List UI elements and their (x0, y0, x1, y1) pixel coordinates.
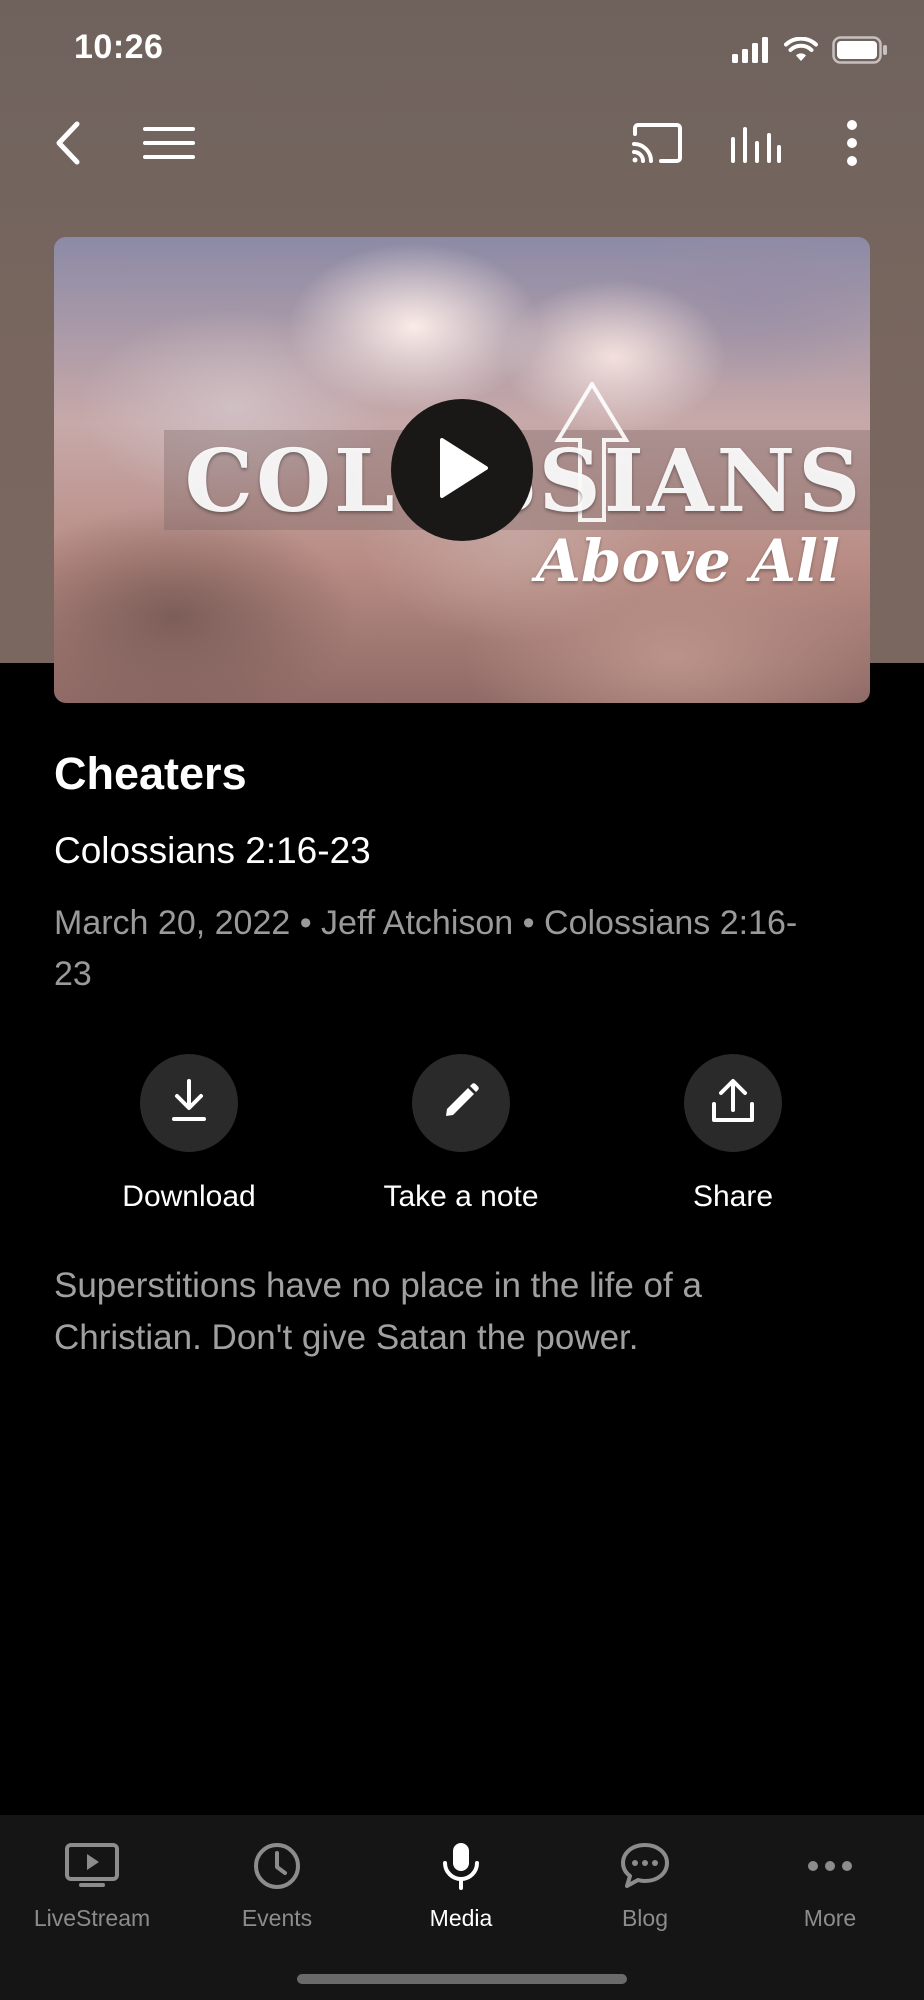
tab-bar: LiveStream Events Media Blog More (0, 1815, 924, 2000)
hamburger-menu-icon (143, 126, 195, 165)
share-button-circle[interactable] (684, 1054, 782, 1152)
tab-events[interactable]: Events (197, 1835, 357, 1932)
more-options-button[interactable] (822, 110, 882, 180)
equalizer-icon (729, 123, 781, 168)
tab-media[interactable]: Media (381, 1835, 541, 1932)
home-indicator (297, 1974, 627, 1984)
download-button-circle[interactable] (140, 1054, 238, 1152)
battery-icon (832, 36, 888, 69)
share-button[interactable]: Share (613, 1054, 853, 1214)
share-label: Share (692, 1180, 774, 1213)
pencil-icon (442, 1082, 480, 1125)
sermon-scripture: Colossians 2:16-23 (54, 830, 371, 871)
menu-button[interactable] (134, 110, 204, 180)
download-button[interactable]: Download (69, 1054, 309, 1214)
take-note-label: Take a note (383, 1180, 539, 1213)
download-icon (169, 1078, 209, 1128)
sermon-artwork: COLOSSIANS Above All (54, 237, 870, 703)
tab-livestream-label: LiveStream (33, 1905, 151, 1931)
status-time: 10:26 (74, 28, 164, 66)
chat-bubble-icon (565, 1835, 725, 1897)
artwork-series-subtitle: Above All (535, 527, 840, 595)
status-bar: 10:26 (0, 0, 924, 100)
chevron-left-icon (53, 120, 83, 171)
back-button[interactable] (40, 110, 96, 180)
action-buttons: Download Take a note Share (0, 1054, 924, 1224)
clock-icon (197, 1835, 357, 1897)
cellular-signal-icon (732, 37, 770, 68)
sermon-title: Cheaters (54, 748, 247, 799)
download-label: Download (122, 1180, 256, 1213)
tab-livestream[interactable]: LiveStream (12, 1835, 172, 1932)
sermon-meta: March 20, 2022 • Jeff Atchison • Colossi… (54, 904, 798, 993)
tab-more[interactable]: More (750, 1835, 910, 1932)
tab-media-label: Media (429, 1905, 493, 1931)
audio-levels-button[interactable] (722, 110, 788, 180)
tv-play-icon (12, 1835, 172, 1897)
cast-icon (631, 122, 683, 169)
ellipsis-icon (750, 1835, 910, 1897)
play-button[interactable] (391, 399, 533, 541)
cast-button[interactable] (624, 110, 690, 180)
sermon-description: Superstitions have no place in the life … (54, 1266, 702, 1357)
status-icons (732, 36, 888, 69)
tab-more-label: More (803, 1905, 857, 1931)
take-note-button-circle[interactable] (412, 1054, 510, 1152)
vertical-ellipsis-icon (846, 119, 858, 172)
tab-blog[interactable]: Blog (565, 1835, 725, 1932)
wifi-icon (784, 36, 818, 68)
take-note-button[interactable]: Take a note (341, 1054, 581, 1214)
share-icon (711, 1078, 755, 1129)
tab-blog-label: Blog (621, 1905, 669, 1931)
top-navigation (0, 110, 924, 180)
tab-events-label: Events (241, 1905, 313, 1931)
microphone-icon (381, 1835, 541, 1897)
play-icon (434, 436, 490, 505)
